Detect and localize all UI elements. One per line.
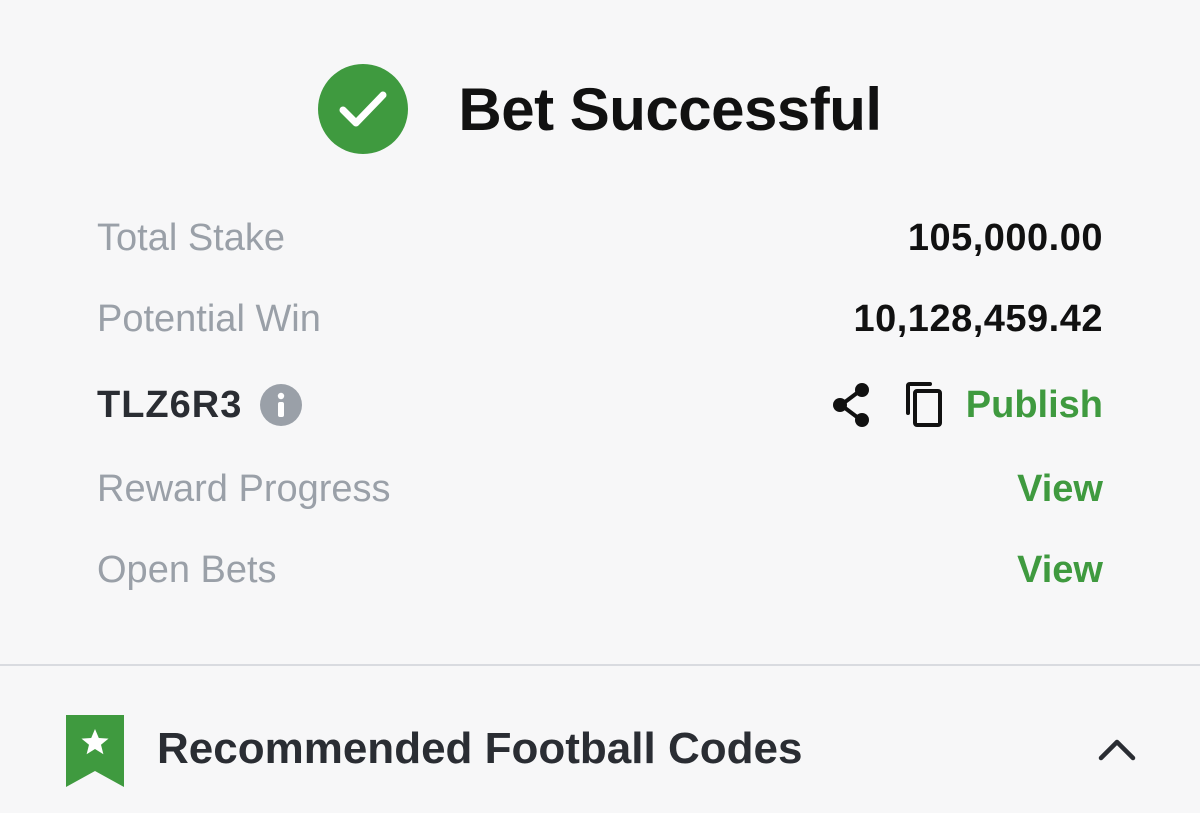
success-header: Bet Successful — [0, 64, 1200, 154]
potential-win-label: Potential Win — [97, 297, 321, 340]
potential-win-value: 10,128,459.42 — [853, 297, 1103, 340]
total-stake-value: 105,000.00 — [907, 216, 1103, 259]
reward-progress-label: Reward Progress — [97, 467, 391, 510]
booking-code: TLZ6R3 — [97, 383, 243, 426]
chevron-up-icon[interactable] — [1097, 734, 1137, 764]
booking-actions: Publish — [830, 381, 1103, 429]
bookmark-star-icon — [66, 715, 124, 787]
share-icon[interactable] — [830, 381, 874, 429]
total-stake-row: Total Stake 105,000.00 — [97, 206, 1103, 270]
bet-confirmation-page: Bet Successful Total Stake 105,000.00 Po… — [0, 0, 1200, 813]
info-icon[interactable] — [260, 384, 303, 426]
booking-code-row: TLZ6R3 Publish — [97, 373, 1103, 437]
open-bets-row: Open Bets View — [97, 538, 1103, 602]
reward-progress-view-link[interactable]: View — [1017, 468, 1103, 511]
recommended-section-header[interactable]: Recommended Football Codes — [0, 712, 1200, 792]
recommended-title: Recommended Football Codes — [157, 724, 803, 773]
open-bets-view-link[interactable]: View — [1017, 549, 1103, 592]
section-divider — [0, 664, 1200, 666]
check-circle-icon — [318, 64, 409, 154]
publish-button[interactable]: Publish — [966, 384, 1103, 427]
potential-win-row: Potential Win 10,128,459.42 — [97, 287, 1103, 351]
booking-code-group: TLZ6R3 — [97, 383, 303, 427]
total-stake-label: Total Stake — [97, 216, 285, 259]
page-title: Bet Successful — [458, 75, 882, 143]
open-bets-label: Open Bets — [97, 548, 277, 591]
copy-icon[interactable] — [902, 381, 946, 429]
reward-progress-row: Reward Progress View — [97, 457, 1103, 521]
